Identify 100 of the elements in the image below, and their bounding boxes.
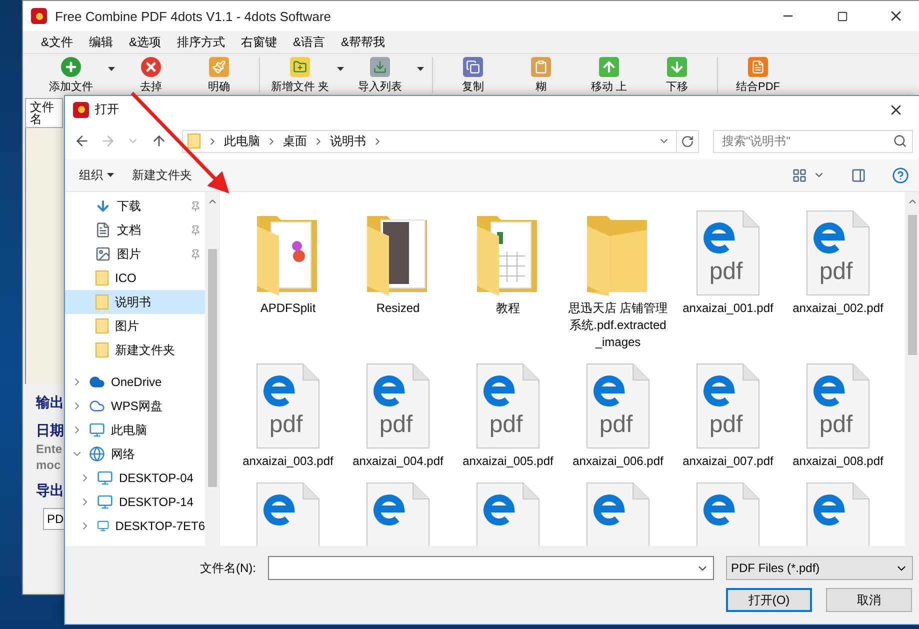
file-name[interactable]: anxaizai_008.pdf [787, 453, 889, 470]
nav-item[interactable]: 图片 [65, 242, 205, 266]
file-name[interactable]: APDFSplit [237, 300, 339, 317]
view-icon[interactable] [792, 168, 807, 182]
nav-item[interactable]: 此电脑 [65, 418, 205, 442]
nav-item[interactable]: DESKTOP-14 [65, 490, 205, 514]
nav-item[interactable]: 新建文件夹 [65, 338, 205, 362]
toolbar-button[interactable]: 去掉 [117, 57, 185, 95]
nav-item[interactable]: ICO [65, 266, 205, 290]
dialog-button[interactable]: 打开(O) [726, 588, 812, 612]
window-title: Free Combine PDF 4dots V1.1 - 4dots Software [55, 8, 332, 24]
brush-icon [209, 57, 229, 77]
cloud-icon [89, 398, 105, 414]
nav-item[interactable]: WPS网盘 [65, 394, 205, 418]
hint-text: Ente [35, 442, 64, 456]
organize-menu[interactable]: 组织 [77, 164, 116, 186]
section-heading: 导出 [35, 482, 65, 500]
breadcrumb-item[interactable]: 说明书 [330, 132, 366, 150]
file-name[interactable]: anxaizai_007.pdf [677, 453, 779, 470]
file-type-label: pdf [819, 258, 853, 285]
dialog-title: 打开 [95, 101, 119, 118]
pdf-file-icon [696, 364, 760, 448]
menu-item[interactable]: &选项 [121, 34, 170, 50]
monitor-icon [97, 494, 113, 510]
nav-item[interactable]: DESKTOP-04 [65, 466, 205, 490]
folder-icon [587, 216, 647, 296]
pdf-file-icon [806, 210, 870, 296]
pdf-file-icon [806, 364, 870, 448]
toolbar-button[interactable]: 下移 [643, 57, 711, 95]
new-folder-button[interactable]: 新建文件夹 [130, 164, 194, 186]
monitor-icon [97, 518, 110, 534]
cross-icon [141, 57, 161, 77]
toolbar-button[interactable]: 导入列表 [346, 57, 414, 95]
globe-icon [89, 446, 105, 462]
toolbar-button[interactable]: 复制 [439, 57, 507, 95]
plus-icon [61, 57, 81, 77]
file-name[interactable]: anxaizai_002.pdf [787, 300, 889, 317]
menu-item[interactable]: &文件 [33, 34, 82, 50]
hint-text: moc [35, 458, 62, 472]
toolbar-button[interactable]: 移动 上 [575, 57, 643, 95]
address-bar[interactable]: 此电脑 桌面 说明书 [182, 130, 699, 152]
preview-pane-icon[interactable] [851, 168, 866, 182]
folder-icon [186, 133, 201, 149]
output-format-field[interactable]: PD [43, 508, 65, 530]
maximize-icon [836, 10, 848, 22]
file-name[interactable]: Resized [347, 300, 449, 317]
breadcrumb-item[interactable]: 此电脑 [224, 132, 260, 150]
nav-item[interactable]: OneDrive [65, 370, 205, 394]
scrollbar[interactable] [905, 192, 919, 546]
monitor-icon [97, 470, 113, 486]
scrollbar[interactable] [205, 192, 219, 546]
cloud-icon [89, 374, 105, 390]
scrollbar-thumb[interactable] [208, 249, 216, 487]
toolbar-button[interactable]: 糊 [507, 57, 575, 95]
breadcrumb-item[interactable]: 桌面 [282, 132, 307, 150]
menu-item[interactable]: &帮帮我 [333, 34, 394, 50]
section-heading: 输出 [34, 394, 65, 412]
file-name[interactable]: anxaizai_005.pdf [457, 453, 559, 470]
nav-item[interactable]: 图片 [65, 314, 205, 338]
toolbar-button[interactable]: 明确 [185, 57, 253, 95]
help-icon[interactable] [892, 166, 909, 184]
file-name[interactable]: anxaizai_004.pdf [347, 453, 449, 470]
nav-item[interactable]: 下载 [65, 194, 205, 218]
pdf-file-icon [366, 364, 430, 448]
pdf-file-icon [476, 364, 540, 448]
import-icon [370, 57, 390, 77]
nav-item[interactable]: DESKTOP-7ET6 [65, 514, 205, 538]
menu-item[interactable]: 编辑 [81, 34, 122, 50]
file-type-label: pdf [819, 411, 853, 438]
picture-icon [95, 246, 111, 262]
scrollbar-thumb[interactable] [908, 215, 916, 355]
toolbar-button[interactable]: 新增文件 夹 [266, 57, 334, 95]
folder-with-photo-icon [367, 216, 427, 296]
file-name[interactable]: anxaizai_001.pdf [677, 300, 779, 317]
file-type-dropdown[interactable]: PDF Files (*.pdf) [726, 556, 913, 580]
dialog-button[interactable]: 取消 [826, 588, 912, 612]
file-name[interactable]: 教程 [457, 300, 559, 317]
nav-item[interactable]: 文档 [65, 218, 205, 242]
nav-item[interactable]: 说明书 [65, 290, 205, 314]
file-name[interactable]: 思迅天店 店铺管理系统.pdf.extracted_images [567, 300, 669, 351]
file-name[interactable]: anxaizai_003.pdf [237, 453, 339, 470]
monitor-icon [89, 422, 105, 438]
folder-icon [95, 318, 109, 334]
toolbar-button[interactable]: 结合PDF [724, 57, 792, 95]
toolbar-button[interactable]: 添加文件 [37, 57, 105, 95]
pdf-icon [748, 57, 768, 77]
caret-icon[interactable] [107, 173, 114, 177]
menu-item[interactable]: 排序方式 [169, 34, 234, 50]
folder-with-sheet-icon [477, 216, 537, 296]
nav-item[interactable]: 网络 [65, 442, 205, 466]
copy-icon [463, 57, 483, 77]
menu-item[interactable]: 右窗键 [233, 34, 286, 50]
menu-item[interactable]: &语言 [285, 34, 334, 50]
app-logo-icon [73, 102, 89, 118]
filename-field[interactable] [268, 556, 714, 580]
pdf-file-icon [586, 364, 650, 448]
file-type-label: pdf [269, 411, 303, 438]
search-field[interactable]: 搜索"说明书" [712, 130, 913, 152]
file-name[interactable]: anxaizai_006.pdf [567, 453, 669, 470]
section-heading: 日期 [35, 422, 65, 440]
